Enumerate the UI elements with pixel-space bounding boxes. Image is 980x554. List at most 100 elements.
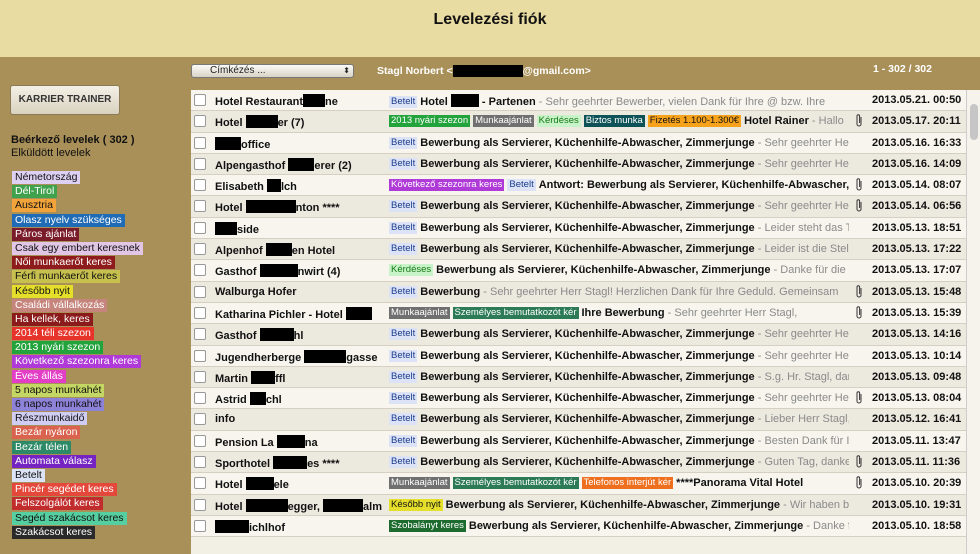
- message-tag[interactable]: Személyes bemutatkozót kér: [452, 477, 579, 490]
- message-row[interactable]: Martin ffl Betelt Bewerbung als Servierer,…: [191, 366, 966, 389]
- sidebar-label[interactable]: 2013 nyári szezon: [12, 341, 104, 355]
- message-tag[interactable]: Betelt: [389, 200, 418, 213]
- sidebar-label[interactable]: Részmunkaidő: [12, 412, 88, 426]
- message-row[interactable]: Gasthof nwirt (4) Kérdéses Bewerbung als S…: [191, 260, 966, 282]
- message-row[interactable]: Hotel Restaurant ne Betelt Hotel - Partenen…: [191, 90, 966, 112]
- message-checkbox[interactable]: [194, 498, 206, 511]
- message-row[interactable]: Hotel ele Munkaajánlat Személyes bemutatko…: [191, 473, 966, 495]
- folder-inbox[interactable]: Beérkező levelek ( 302 ): [11, 134, 135, 146]
- message-row[interactable]: ichlhof Szobalányt keres Bewerbung als Ser…: [191, 515, 966, 538]
- message-checkbox[interactable]: [194, 392, 206, 405]
- message-tag[interactable]: Betelt: [389, 349, 418, 362]
- message-tag[interactable]: Betelt: [389, 370, 418, 383]
- message-checkbox[interactable]: [194, 136, 206, 149]
- message-tag[interactable]: Munkaajánlat: [473, 115, 534, 128]
- message-tag[interactable]: Betelt: [389, 328, 418, 341]
- message-tag[interactable]: 2013 nyári szezon: [389, 115, 471, 128]
- sidebar-label[interactable]: Férfi munkaerőt keres: [12, 270, 121, 284]
- message-tag[interactable]: Kérdéses: [389, 264, 434, 277]
- sidebar-label[interactable]: Németország: [12, 171, 81, 184]
- message-row[interactable]: Hotel er (7) 2013 nyári szezon Munkaajánla…: [191, 111, 966, 133]
- message-tag[interactable]: Munkaajánlat: [389, 306, 450, 319]
- sidebar-label[interactable]: 6 napos munkahét: [12, 398, 105, 411]
- sidebar-label[interactable]: Éves állás: [12, 369, 66, 383]
- message-tag[interactable]: Személyes bemutatkozót kér: [452, 306, 579, 319]
- message-tag[interactable]: Következő szezonra keres: [389, 179, 505, 192]
- message-checkbox[interactable]: [194, 413, 206, 426]
- sidebar-label[interactable]: Női munkaerőt keres: [12, 256, 115, 270]
- message-row[interactable]: Elisabeth lch Következő szezonra keres Bet…: [191, 175, 966, 197]
- message-tag[interactable]: Munkaajánlat: [389, 477, 450, 490]
- sidebar-label[interactable]: Segéd szakácsot keres: [12, 511, 127, 525]
- sidebar-label[interactable]: Bezár télen: [12, 440, 72, 454]
- message-tag[interactable]: Betelt: [389, 157, 418, 170]
- message-checkbox[interactable]: [194, 94, 206, 106]
- message-row[interactable]: Hotel nton **** Betelt Bewerbung als Servi…: [191, 196, 966, 218]
- message-checkbox[interactable]: [194, 349, 206, 362]
- message-tag[interactable]: Betelt: [389, 136, 418, 149]
- sidebar-label[interactable]: 5 napos munkahét: [12, 383, 105, 397]
- message-checkbox[interactable]: [194, 370, 206, 383]
- sidebar-label[interactable]: Páros ajánlat: [12, 227, 80, 241]
- message-row[interactable]: side Betelt Bewerbung als Servierer, Küche…: [191, 217, 966, 240]
- message-tag[interactable]: Betelt: [389, 413, 418, 426]
- message-checkbox[interactable]: [194, 519, 206, 532]
- message-checkbox[interactable]: [194, 115, 206, 128]
- message-row[interactable]: Gasthof hl Betelt Bewerbung als Servierer,…: [191, 324, 966, 346]
- sidebar-label[interactable]: Bezár nyáron: [12, 426, 81, 440]
- message-checkbox[interactable]: [194, 243, 206, 256]
- sidebar-label[interactable]: 2014 téli szezon: [12, 327, 94, 341]
- message-tag[interactable]: Betelt: [507, 179, 536, 192]
- sidebar-label[interactable]: Ha kellek, keres: [12, 312, 93, 326]
- sidebar-label[interactable]: Automata válasz: [12, 454, 96, 468]
- sidebar-label[interactable]: Olasz nyelv szükséges: [12, 213, 125, 227]
- message-tag[interactable]: Biztos munka: [583, 115, 645, 128]
- sidebar-label[interactable]: Ausztria: [12, 199, 56, 213]
- sidebar-label[interactable]: Családi vállalkozás: [12, 298, 108, 312]
- message-row[interactable]: Pension La na Betelt Bewerbung als Servier…: [191, 430, 966, 453]
- message-tag[interactable]: Betelt: [389, 96, 418, 108]
- message-checkbox[interactable]: [194, 221, 206, 234]
- message-tag[interactable]: Szobalányt keres: [389, 519, 466, 532]
- message-row[interactable]: Astrid chl Betelt Bewerbung als Servierer,…: [191, 388, 966, 410]
- message-row[interactable]: Hotel egger, alm Később nyit Bewerbung als…: [191, 494, 966, 516]
- message-checkbox[interactable]: [194, 285, 206, 298]
- message-row[interactable]: Walburga Hofer Betelt Bewerbung - Sehr gee…: [191, 281, 966, 303]
- sidebar-label[interactable]: Pincér segédet keres: [12, 483, 117, 497]
- message-row[interactable]: info Betelt Bewerbung als Servierer, Küche…: [191, 409, 966, 431]
- message-tag[interactable]: Betelt: [389, 243, 418, 256]
- message-tag[interactable]: Telefonos interjút kér: [581, 477, 674, 490]
- message-tag[interactable]: Kérdéses: [536, 115, 581, 128]
- scrollbar[interactable]: [966, 90, 980, 554]
- karrier-trainer-button[interactable]: KARRIER TRAINER: [10, 85, 120, 115]
- sidebar-label[interactable]: Következő szezonra keres: [12, 355, 142, 369]
- folder-sent[interactable]: Elküldött levelek: [11, 147, 91, 159]
- sidebar-label[interactable]: Felszolgálót keres: [12, 497, 103, 511]
- message-checkbox[interactable]: [194, 264, 206, 277]
- message-checkbox[interactable]: [194, 306, 206, 319]
- message-checkbox[interactable]: [194, 200, 206, 213]
- message-tag[interactable]: Betelt: [389, 456, 418, 469]
- scrollbar-thumb[interactable]: [970, 104, 978, 140]
- message-row[interactable]: Katharina Pichler - Hotel Munkaajánlat Sz…: [191, 302, 966, 325]
- message-tag[interactable]: Fizetés 1.100-1.300€: [647, 115, 742, 128]
- message-tag[interactable]: Később nyit: [389, 498, 443, 511]
- sidebar-label[interactable]: Csak egy embert keresnek: [12, 241, 143, 255]
- sidebar-label[interactable]: Betelt: [12, 468, 45, 482]
- message-checkbox[interactable]: [194, 179, 206, 192]
- message-tag[interactable]: Betelt: [389, 434, 418, 447]
- message-checkbox[interactable]: [194, 477, 206, 490]
- sidebar-label[interactable]: Dél-Tirol: [12, 185, 58, 199]
- message-row[interactable]: office Betelt Bewerbung als Servierer, Küc…: [191, 132, 966, 154]
- message-row[interactable]: Alpenhof en Hotel Betelt Bewerbung als Ser…: [191, 239, 966, 261]
- message-checkbox[interactable]: [194, 456, 206, 469]
- message-row[interactable]: Sporthotel es **** Betelt Bewerbung als Se…: [191, 452, 966, 474]
- message-checkbox[interactable]: [194, 157, 206, 170]
- label-select[interactable]: Címkézés ... ⬍: [191, 64, 354, 78]
- message-tag[interactable]: Betelt: [389, 285, 418, 298]
- sidebar-label[interactable]: Szakácsot keres: [12, 525, 96, 539]
- message-tag[interactable]: Betelt: [389, 392, 418, 405]
- message-tag[interactable]: Betelt: [389, 221, 418, 234]
- message-checkbox[interactable]: [194, 328, 206, 341]
- message-row[interactable]: Jugendherberge gasse Betelt Bewerbung als …: [191, 345, 966, 367]
